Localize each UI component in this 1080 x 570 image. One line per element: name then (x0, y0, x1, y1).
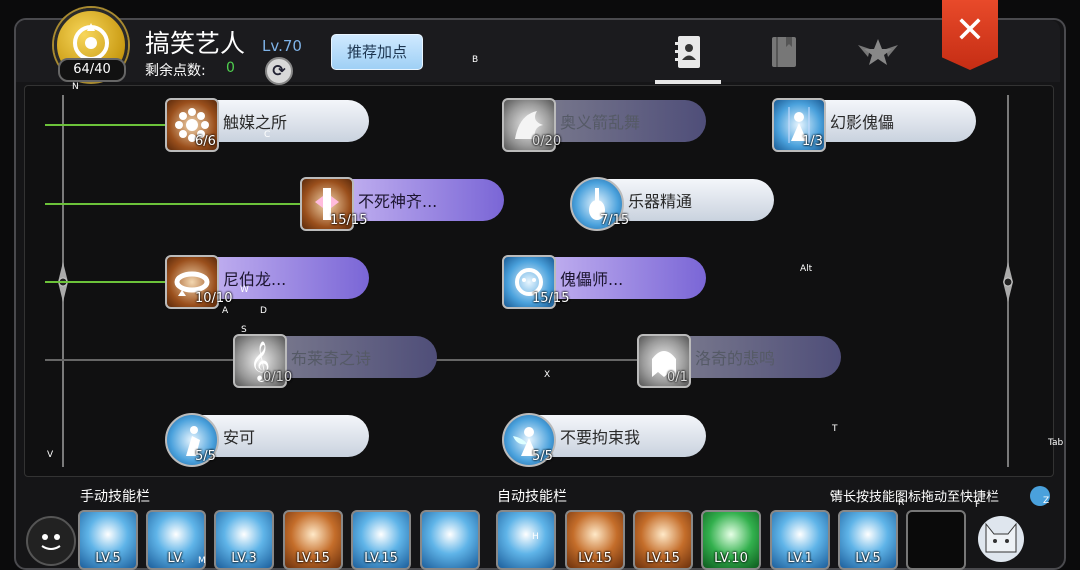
key-hint: N (72, 82, 79, 92)
active-tab-indicator (655, 80, 721, 84)
slot-level: LV.15 (578, 551, 612, 566)
key-hint: T (832, 424, 838, 434)
slot-level: LV.5 (855, 551, 881, 566)
slot-level: LV.15 (364, 551, 398, 566)
key-hint: H (532, 532, 539, 542)
skill-name: 触媒之所 (195, 100, 369, 142)
skill-name: 幻影傀儡 (802, 100, 976, 142)
slot-level: LV.1 (787, 551, 813, 566)
skill-count: 0/1 (667, 370, 688, 385)
skill-node[interactable]: 傀儡师... 15/15 (502, 255, 706, 309)
key-hint: V (47, 450, 54, 460)
skill-node[interactable]: 不要拘束我 5/5 (502, 413, 706, 467)
slot-level: LV.5 (95, 551, 121, 566)
tree-connector (45, 359, 240, 361)
key-hint: W (240, 285, 249, 295)
auto-slot-empty[interactable] (906, 510, 966, 570)
auto-slot[interactable]: LV.1 (770, 510, 830, 570)
job-level: Lv.70 (262, 37, 302, 55)
skill-count: 15/15 (330, 213, 368, 228)
auto-slot[interactable]: LV.15 (633, 510, 693, 570)
tab-rank-emblem[interactable] (846, 30, 910, 74)
skill-count: 5/5 (532, 449, 553, 464)
key-hint: C (264, 130, 271, 140)
manual-slot[interactable]: LV.15 (351, 510, 411, 570)
reset-points-button[interactable]: ⟳ (265, 57, 293, 85)
tree-connector (45, 281, 170, 283)
auto-skill-bar-label: 自动技能栏 (497, 489, 567, 505)
skill-count: 1/3 (802, 134, 823, 149)
key-hint: F (975, 500, 981, 510)
key-hint: Tab (1048, 438, 1064, 448)
remaining-points-value: 0 (226, 60, 235, 76)
skill-node[interactable]: 奥义箭乱舞 0/20 (502, 98, 706, 152)
skill-count: 0/20 (532, 134, 562, 149)
skill-node[interactable]: 乐器精通 7/15 (570, 177, 774, 231)
slot-level: LV.10 (714, 551, 748, 566)
manual-slot[interactable] (420, 510, 480, 570)
skill-node[interactable]: 洛奇的悲鸣 0/1 (637, 334, 841, 388)
skill-node[interactable]: 安可 5/5 (165, 413, 369, 467)
skill-name: 安可 (195, 415, 369, 457)
skill-node[interactable]: 幻影傀儡 1/3 (772, 98, 976, 152)
key-hint: D (260, 306, 267, 316)
contact-book-icon (675, 36, 700, 68)
key-hint: Z (1043, 496, 1050, 506)
skill-count: 15/15 (532, 291, 570, 306)
tree-connector (430, 359, 645, 361)
skill-node[interactable]: 布莱奇之诗 𝄞 0/10 (233, 334, 437, 388)
auto-slot[interactable]: LV.10 (701, 510, 761, 570)
book-icon (772, 37, 796, 67)
manual-slot[interactable]: LV.15 (283, 510, 343, 570)
key-hint: Alt (800, 264, 813, 274)
slot-level: LV.15 (646, 551, 680, 566)
remaining-points-label: 剩余点数: (145, 63, 206, 79)
tree-connector (45, 203, 305, 205)
key-hint: S (241, 325, 247, 335)
job-title: 搞笑艺人 (145, 29, 246, 58)
manual-slot[interactable]: LV.5 (78, 510, 138, 570)
manual-slot[interactable]: LV.3 (214, 510, 274, 570)
key-hint: B (472, 55, 479, 65)
avatar-points: 64/40 (58, 58, 126, 82)
auto-slot[interactable]: LV.5 (838, 510, 898, 570)
manual-slot[interactable]: LV. (146, 510, 206, 570)
key-hint: A (222, 306, 229, 316)
key-hint: G (830, 490, 837, 500)
tab-skill-tree[interactable] (657, 30, 721, 74)
drag-hint: 请长按技能图标拖动至快捷栏 (830, 490, 1000, 505)
skill-name: 不要拘束我 (532, 415, 706, 457)
tree-connector (45, 124, 170, 126)
slot-level: LV. (167, 551, 185, 566)
skill-count: 5/5 (195, 449, 216, 464)
key-hint: X (544, 370, 551, 380)
skill-name: 洛奇的悲鸣 (667, 336, 841, 378)
close-button[interactable]: ✕ (942, 0, 998, 70)
auto-slot[interactable]: LV.15 (565, 510, 625, 570)
winged-star-emblem-icon (858, 39, 898, 65)
tab-skill-book[interactable] (752, 30, 816, 74)
skill-count: 6/6 (195, 134, 216, 149)
recommend-points-button[interactable]: 推荐加点 (331, 34, 423, 70)
cat-companion-icon[interactable] (978, 516, 1024, 562)
skill-node[interactable]: 不死神齐... 15/15 (300, 177, 504, 231)
skill-node[interactable]: 尼伯龙... 10/10 (165, 255, 369, 309)
manual-skill-bar-label: 手动技能栏 (80, 489, 150, 505)
skill-count: 0/10 (263, 370, 293, 385)
close-icon: ✕ (954, 9, 986, 51)
slot-level: LV.3 (231, 551, 257, 566)
skill-count: 7/15 (600, 213, 630, 228)
refresh-icon: ⟳ (272, 61, 286, 80)
skill-count: 10/10 (195, 291, 233, 306)
emote-face-icon[interactable] (26, 516, 76, 566)
slot-level: LV.15 (296, 551, 330, 566)
key-hint: M (198, 556, 206, 566)
right-rail-ornament-icon (1003, 262, 1013, 302)
auto-slot[interactable] (496, 510, 556, 570)
key-hint: R (898, 498, 905, 508)
